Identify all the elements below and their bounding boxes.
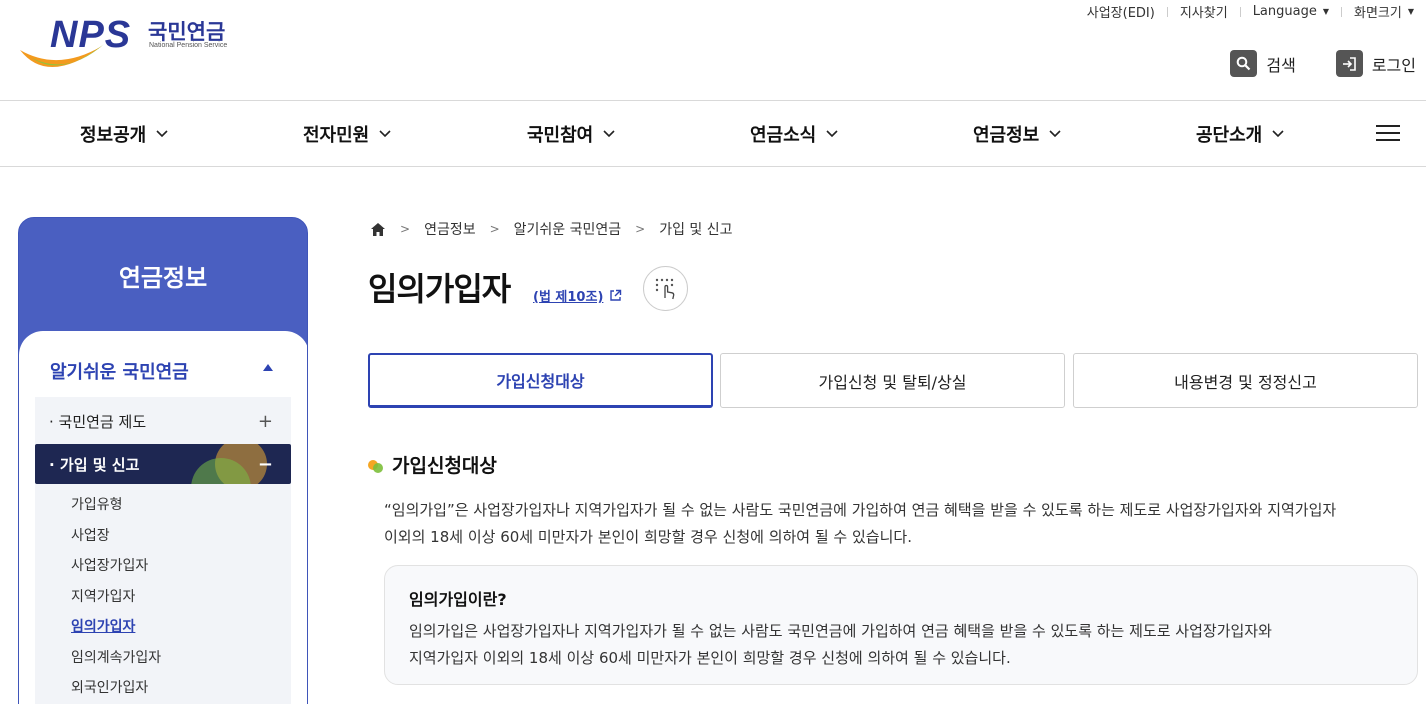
gnb-label: 공단소개 — [1196, 124, 1263, 146]
chevron-right-icon: > — [489, 222, 500, 236]
side-nav-subitem[interactable]: 지역가입자 — [71, 586, 135, 606]
login-label: 로그인 — [1371, 55, 1416, 75]
tab-change-report[interactable]: 내용변경 및 정정신고 — [1073, 353, 1418, 408]
intro-line: 이외의 18세 이상 60세 미만자가 본인이 희망할 경우 신청에 의하여 될… — [384, 528, 912, 546]
home-icon[interactable] — [370, 222, 386, 237]
header-actions: 검색 로그인 — [1190, 50, 1416, 77]
side-nav-section[interactable]: 알기쉬운 국민연금 — [50, 358, 189, 384]
gesture-guide-button[interactable] — [643, 266, 688, 311]
side-nav-title: 연금정보 — [118, 264, 208, 292]
content-tabs: 가입신청대상 가입신청 및 탈퇴/상실 내용변경 및 정정신고 — [368, 353, 1418, 409]
divider — [1239, 6, 1241, 17]
util-zoom-label: 화면크기 — [1354, 6, 1402, 21]
section-title-label: 가입신청대상 — [392, 455, 497, 477]
hamburger-menu-icon[interactable] — [1376, 125, 1400, 143]
breadcrumb: > 연금정보 > 알기쉬운 국민연금 > 가입 및 신고 — [370, 219, 733, 239]
global-nav: 정보공개 전자민원 국민참여 연금소식 연금정보 공단소개 — [0, 100, 1426, 167]
chevron-down-icon — [1272, 129, 1284, 137]
search-label: 검색 — [1266, 55, 1296, 75]
gnb-item-participation[interactable]: 국민참여 — [527, 101, 615, 166]
side-nav-subitem[interactable]: 임의계속가입자 — [71, 647, 161, 667]
login-icon — [1335, 50, 1363, 77]
side-nav-subitem[interactable]: 가입유형 — [71, 494, 123, 514]
gnb-item-info-disclosure[interactable]: 정보공개 — [80, 101, 168, 166]
bullet-dots-icon — [368, 458, 384, 473]
tab-join-eligibility[interactable]: 가입신청대상 — [368, 353, 713, 408]
side-nav-item-pension-system[interactable]: · 국민연금 제도 + — [35, 401, 291, 441]
login-button[interactable]: 로그인 — [1335, 50, 1416, 77]
site-logo[interactable]: NPS 국민연금 National Pension Service — [18, 14, 258, 76]
side-nav-subitem[interactable]: 외국인가입자 — [71, 677, 148, 697]
gnb-label: 전자민원 — [303, 124, 370, 146]
info-box-line: 지역가입자 이외의 18세 이상 60세 미만자가 본인이 희망할 경우 신청에… — [409, 649, 1011, 667]
side-nav-label: · 가입 및 신고 — [49, 455, 140, 474]
side-nav-item-join-report[interactable]: · 가입 및 신고 − — [35, 444, 291, 484]
caret-down-icon: ▼ — [1322, 7, 1329, 16]
touch-gesture-icon — [655, 278, 674, 299]
breadcrumb-item[interactable]: 알기쉬운 국민연금 — [514, 219, 622, 239]
gnb-label: 정보공개 — [80, 124, 147, 146]
divider — [1166, 6, 1168, 17]
section-title: 가입신청대상 — [368, 451, 497, 478]
intro-paragraph: “임의가입”은 사업장가입자나 지역가입자가 될 수 없는 사람도 국민연금에 … — [384, 497, 1414, 551]
chevron-down-icon — [603, 129, 615, 137]
util-branch-link[interactable]: 지사찾기 — [1180, 2, 1228, 21]
chevron-down-icon — [379, 129, 391, 137]
caret-up-icon[interactable] — [263, 364, 273, 371]
breadcrumb-item[interactable]: 가입 및 신고 — [659, 219, 732, 239]
breadcrumb-item[interactable]: 연금정보 — [424, 219, 476, 239]
side-nav-panel: 알기쉬운 국민연금 · 국민연금 제도 + · 가입 및 신고 − 가입유형 사… — [19, 331, 307, 704]
minus-icon: − — [257, 453, 273, 475]
side-nav-subitem-current[interactable]: 임의가입자 — [71, 616, 135, 636]
divider — [1341, 6, 1342, 17]
page-title: 임의가입자 — [368, 270, 511, 308]
util-zoom-select[interactable]: 화면크기 ▼ — [1354, 2, 1414, 21]
util-language-select[interactable]: Language ▼ — [1253, 4, 1329, 19]
tab-join-withdraw[interactable]: 가입신청 및 탈퇴/상실 — [720, 353, 1065, 408]
search-button[interactable]: 검색 — [1230, 50, 1296, 77]
logo-text: NPS — [50, 14, 132, 56]
gnb-item-news[interactable]: 연금소식 — [750, 101, 838, 166]
search-icon — [1230, 50, 1258, 77]
law-link[interactable]: (법 제10조) — [533, 286, 622, 305]
gnb-label: 국민참여 — [527, 124, 594, 146]
chevron-down-icon — [1049, 129, 1061, 137]
chevron-right-icon: > — [400, 222, 411, 236]
intro-line: “임의가입”은 사업장가입자나 지역가입자가 될 수 없는 사람도 국민연금에 … — [384, 501, 1337, 519]
util-language-label: Language — [1252, 4, 1317, 19]
utility-nav: 사업장(EDI) 지사찾기 Language ▼ 화면크기 ▼ — [1087, 2, 1414, 21]
gnb-item-e-service[interactable]: 전자민원 — [303, 101, 391, 166]
logo-name-en: National Pension Service — [149, 42, 228, 49]
gnb-label: 연금소식 — [750, 124, 817, 146]
chevron-down-icon — [156, 129, 168, 137]
info-box: 임의가입이란? 임의가입은 사업장가입자나 지역가입자가 될 수 없는 사람도 … — [384, 565, 1418, 685]
info-box-title: 임의가입이란? — [409, 590, 507, 609]
gnb-label: 연금정보 — [973, 124, 1040, 146]
chevron-right-icon: > — [635, 222, 646, 236]
external-link-icon — [610, 289, 622, 301]
info-box-line: 임의가입은 사업장가입자나 지역가입자가 될 수 없는 사람도 국민연금에 가입… — [409, 622, 1272, 640]
side-nav-label: · 국민연금 제도 — [49, 412, 147, 431]
gnb-item-about[interactable]: 공단소개 — [1196, 101, 1284, 166]
util-edi-link[interactable]: 사업장(EDI) — [1087, 2, 1155, 21]
side-nav-subitem[interactable]: 사업장 — [71, 525, 110, 545]
info-box-body: 임의가입은 사업장가입자나 지역가입자가 될 수 없는 사람도 국민연금에 가입… — [409, 618, 1369, 672]
gnb-item-pension-info[interactable]: 연금정보 — [973, 101, 1061, 166]
side-nav: 연금정보 알기쉬운 국민연금 · 국민연금 제도 + · 가입 및 신고 − 가… — [18, 217, 308, 704]
law-link-label: (법 제10조) — [533, 290, 604, 305]
plus-icon: + — [257, 410, 273, 432]
side-nav-subitem[interactable]: 사업장가입자 — [71, 555, 148, 575]
caret-down-icon: ▼ — [1407, 7, 1414, 16]
chevron-down-icon — [826, 129, 838, 137]
